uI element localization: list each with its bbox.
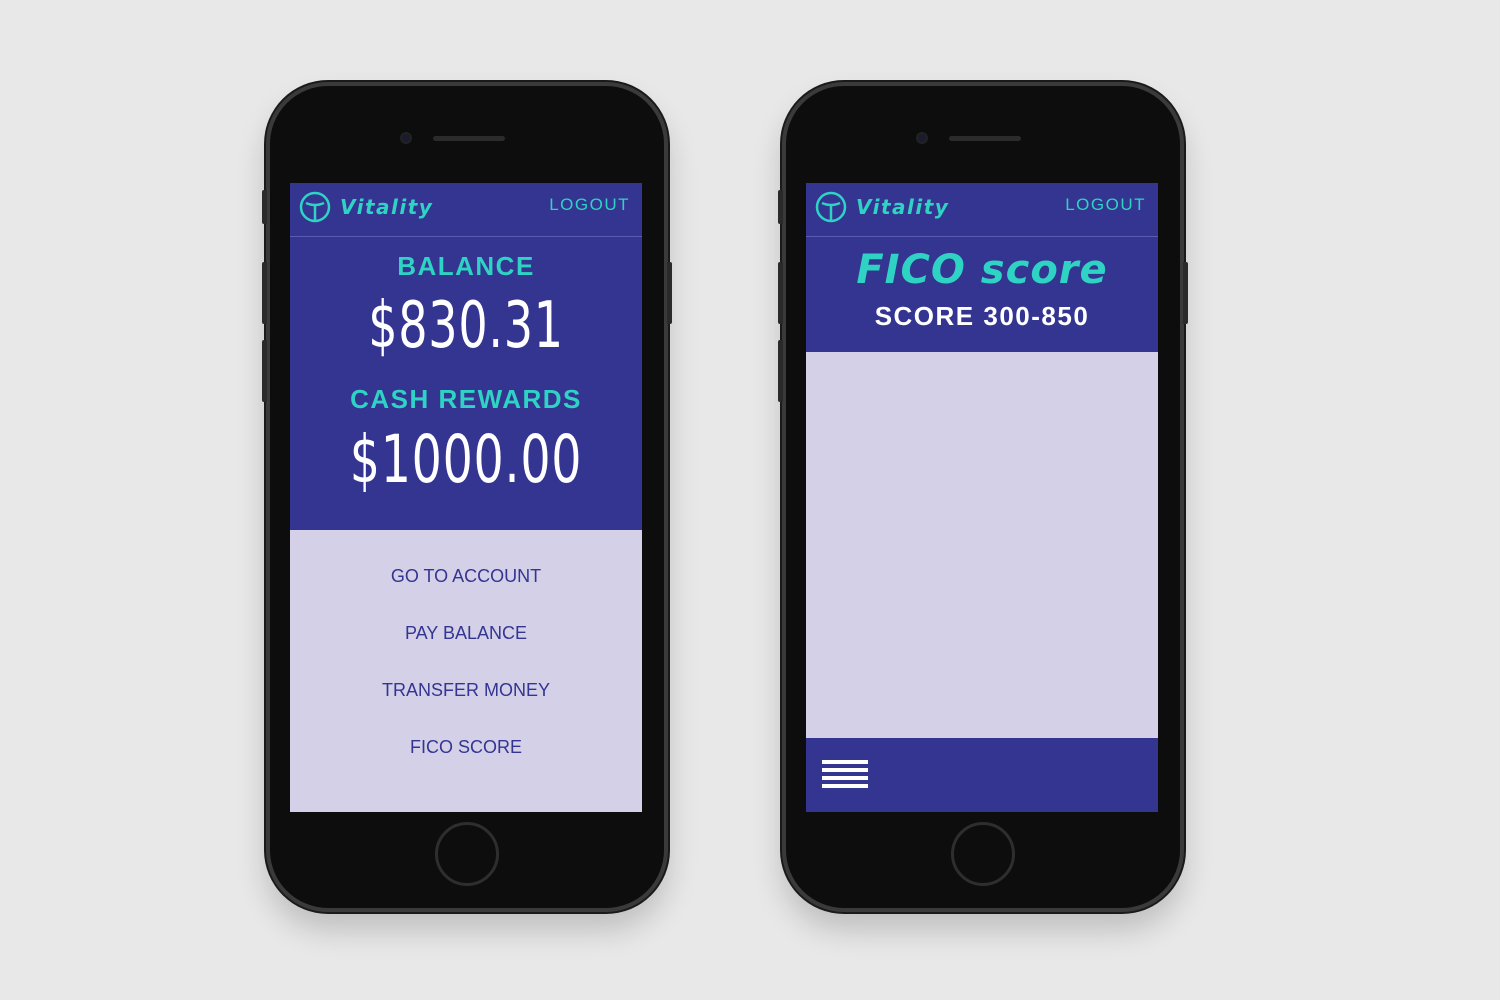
balance-value: $830.31	[368, 289, 564, 363]
front-camera	[400, 132, 412, 144]
phone-dashboard: Vitality LOGOUT BALANCE $830.31 CASH REW…	[262, 82, 672, 912]
balance-panel: BALANCE $830.31 CASH REWARDS $1000.00	[290, 237, 642, 530]
phone-fico: Vitality LOGOUT FICO score SCORE 300-850	[778, 82, 1188, 912]
fico-header-panel: FICO score SCORE 300-850	[806, 237, 1158, 352]
volume-up-button	[262, 262, 267, 324]
logout-link[interactable]: LOGOUT	[1065, 195, 1146, 215]
power-button	[667, 262, 672, 324]
mute-switch	[262, 190, 267, 224]
app-header: Vitality LOGOUT	[290, 183, 642, 237]
transfer-money-link[interactable]: TRANSFER MONEY	[290, 678, 642, 735]
vitality-logo-icon	[299, 191, 331, 223]
logout-link[interactable]: LOGOUT	[549, 195, 630, 215]
bottom-nav-bar	[806, 738, 1158, 812]
volume-up-button	[778, 262, 783, 324]
volume-down-button	[262, 340, 267, 402]
mute-switch	[778, 190, 783, 224]
brand-logo[interactable]: Vitality	[299, 191, 433, 223]
brand-logo[interactable]: Vitality	[815, 191, 949, 223]
score-range-label: SCORE 300-850	[874, 301, 1090, 331]
volume-down-button	[778, 340, 783, 402]
home-button	[435, 822, 499, 886]
brand-name: Vitality	[340, 195, 434, 219]
earpiece-speaker	[433, 136, 505, 141]
vitality-logo-icon	[815, 191, 847, 223]
cash-rewards-label: CASH REWARDS	[350, 384, 582, 414]
fico-screen: Vitality LOGOUT FICO score SCORE 300-850	[806, 183, 1158, 812]
cash-rewards-value: $1000.00	[349, 421, 583, 498]
action-menu: GO TO ACCOUNT PAY BALANCE TRANSFER MONEY…	[290, 530, 642, 792]
front-camera	[916, 132, 928, 144]
go-to-account-link[interactable]: GO TO ACCOUNT	[290, 564, 642, 621]
earpiece-speaker	[949, 136, 1021, 141]
pay-balance-link[interactable]: PAY BALANCE	[290, 621, 642, 678]
balance-label: BALANCE	[397, 251, 535, 281]
home-button	[951, 822, 1015, 886]
power-button	[1183, 262, 1188, 324]
dashboard-screen: Vitality LOGOUT BALANCE $830.31 CASH REW…	[290, 183, 642, 812]
fico-score-title: FICO score	[856, 247, 1108, 293]
fico-content-area	[806, 352, 1158, 738]
fico-score-link[interactable]: FICO SCORE	[290, 735, 642, 792]
hamburger-menu-icon[interactable]	[822, 760, 868, 788]
brand-name: Vitality	[856, 195, 950, 219]
app-header: Vitality LOGOUT	[806, 183, 1158, 237]
